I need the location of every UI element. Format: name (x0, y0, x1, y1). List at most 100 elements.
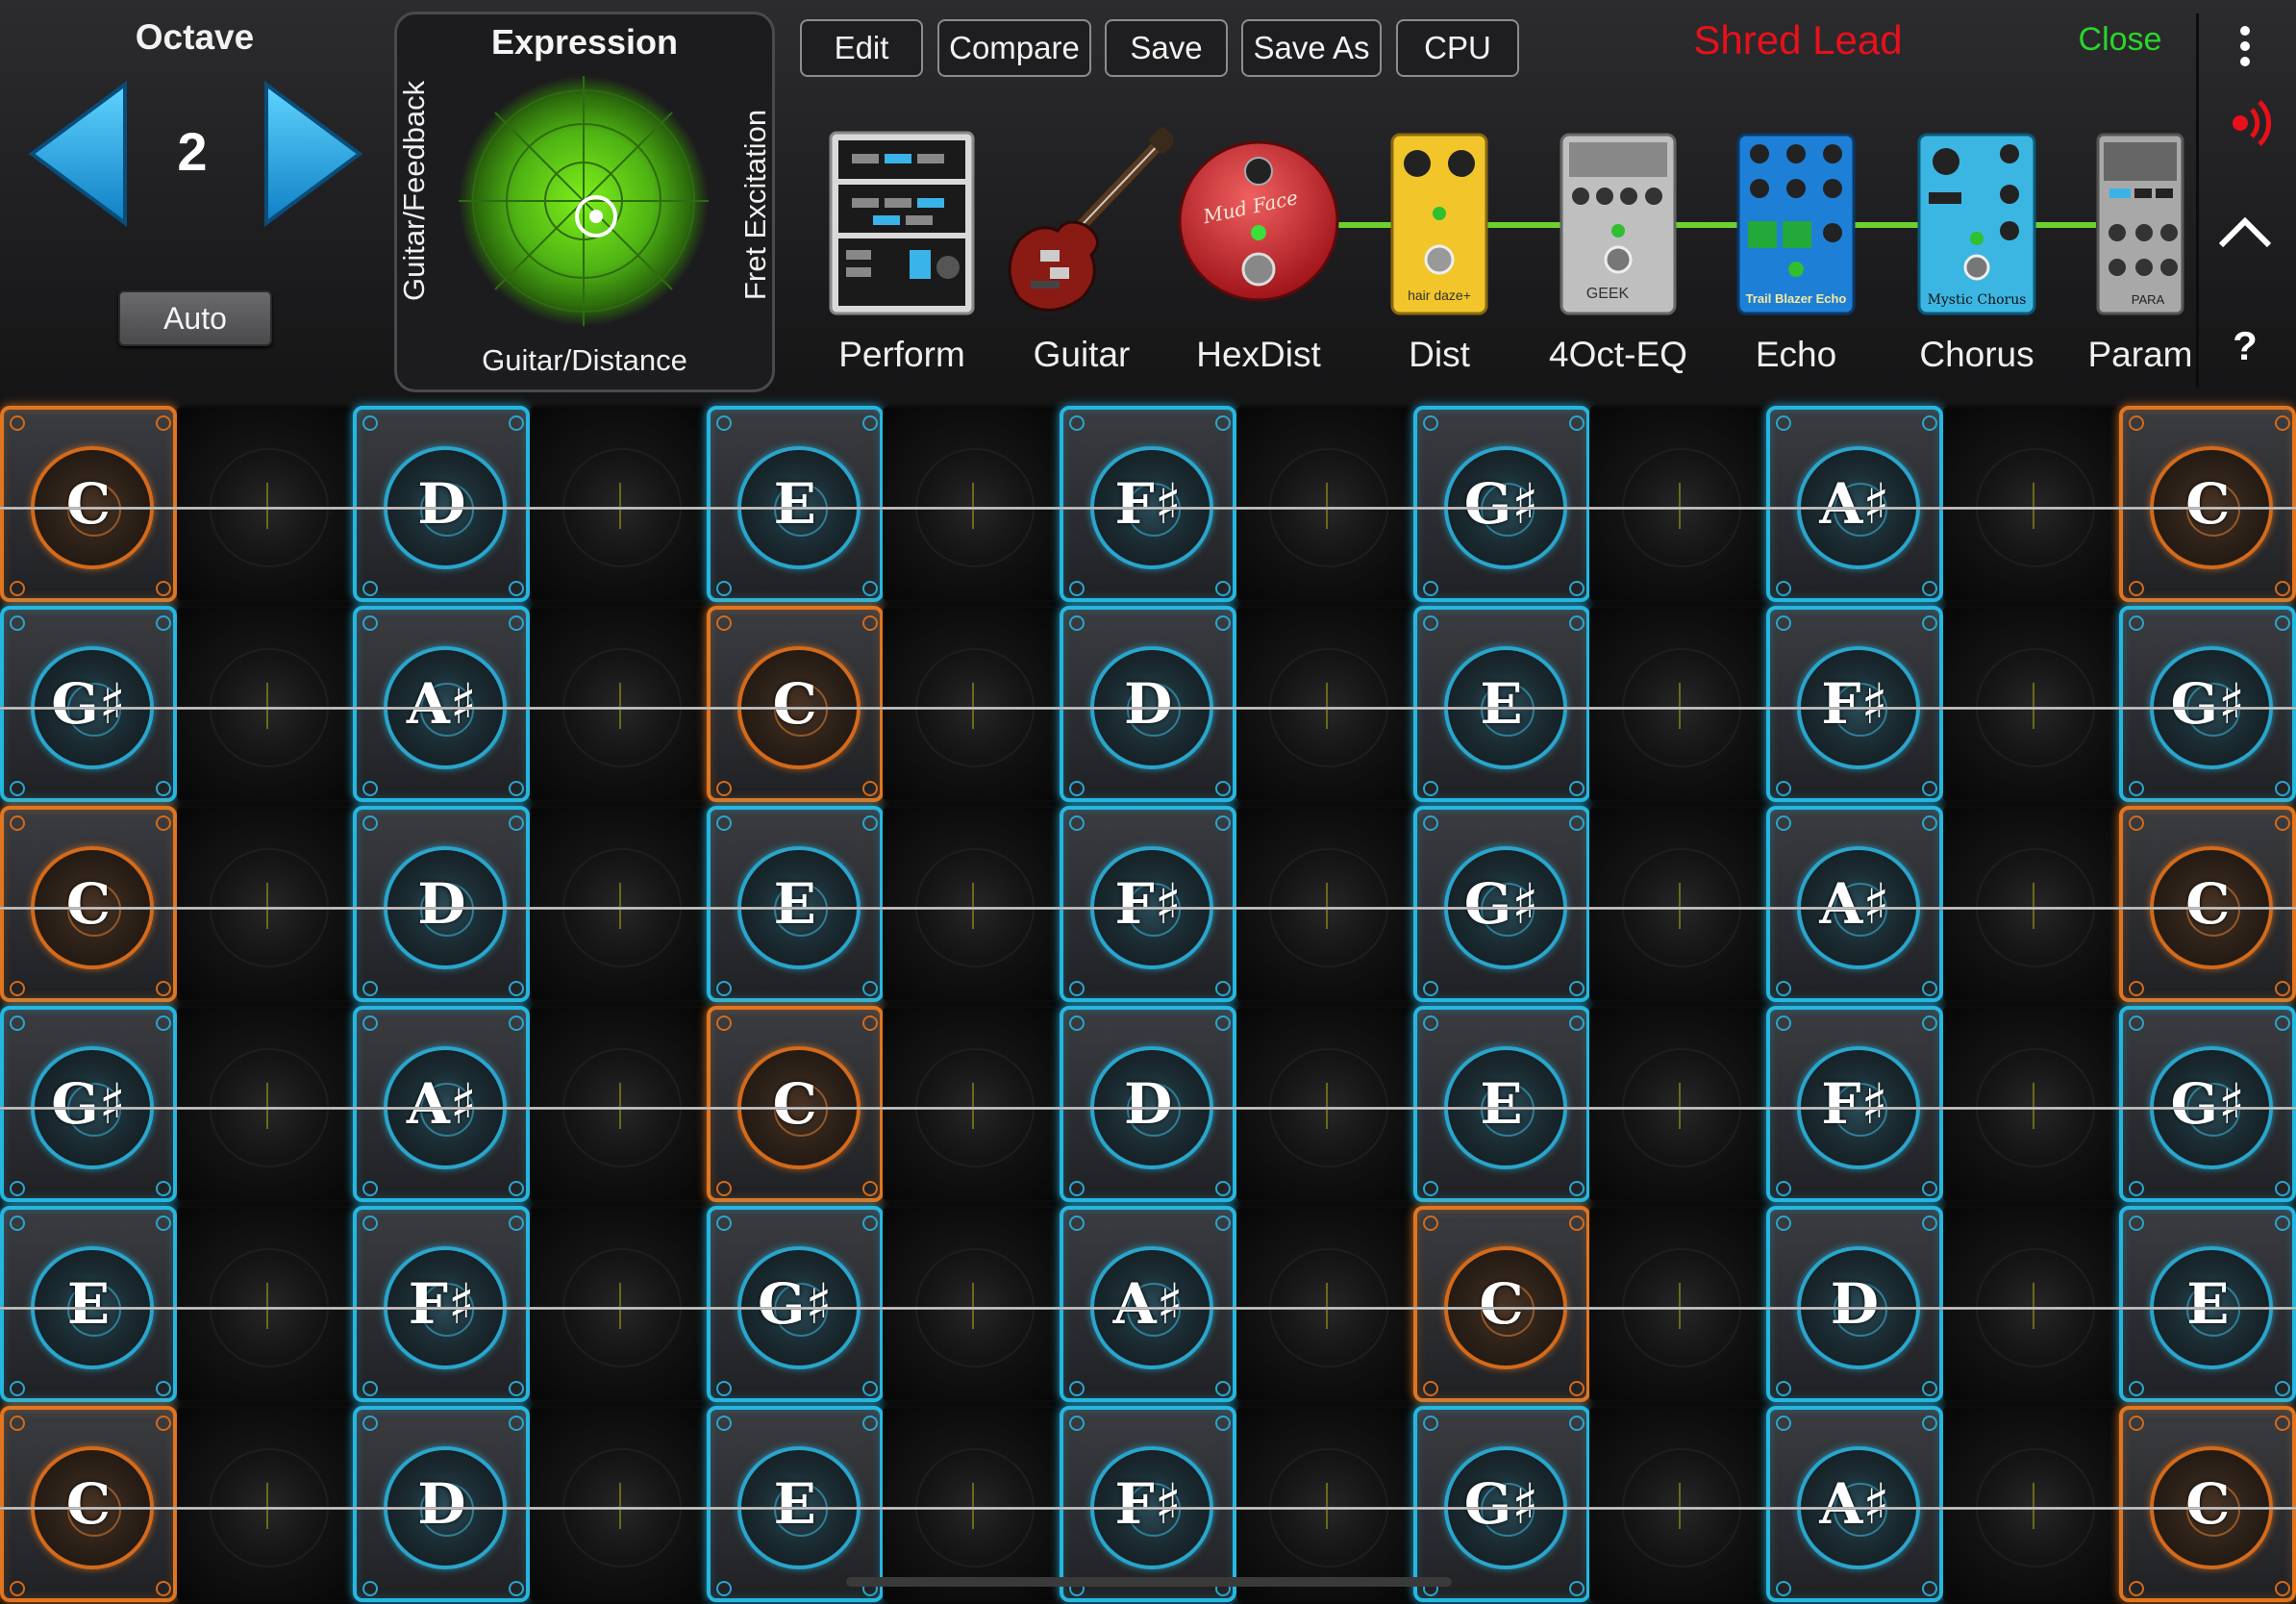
inactive-pad[interactable] (1589, 606, 1767, 802)
inactive-pad[interactable] (1235, 1406, 1413, 1602)
inactive-pad[interactable] (1235, 406, 1413, 602)
note-pad[interactable]: A♯ (1765, 1406, 1943, 1602)
inactive-pad[interactable] (1942, 1206, 2120, 1402)
inactive-pad[interactable] (883, 606, 1061, 802)
note-pad[interactable]: E (0, 1206, 177, 1402)
more-options-icon[interactable] (2211, 17, 2279, 75)
note-pad[interactable]: D (1060, 606, 1237, 802)
note-pad[interactable]: G♯ (2119, 1006, 2296, 1202)
compare-button[interactable]: Compare (937, 19, 1091, 77)
note-pad[interactable]: F♯ (1060, 406, 1237, 602)
note-pad[interactable]: E (1412, 1006, 1590, 1202)
note-pad[interactable]: C (2119, 1406, 2296, 1602)
note-pad[interactable]: C (0, 406, 177, 602)
inactive-pad[interactable] (176, 606, 354, 802)
auto-button[interactable]: Auto (118, 290, 272, 346)
note-pad[interactable]: G♯ (1412, 406, 1590, 602)
note-pad[interactable]: G♯ (1412, 1406, 1590, 1602)
inactive-pad[interactable] (1942, 1006, 2120, 1202)
note-pad[interactable]: D (1060, 1006, 1237, 1202)
note-pad[interactable]: F♯ (353, 1206, 531, 1402)
inactive-pad[interactable] (1942, 606, 2120, 802)
note-pad[interactable]: G♯ (0, 1006, 177, 1202)
note-pad[interactable]: C (1412, 1206, 1590, 1402)
save-button[interactable]: Save (1105, 19, 1228, 77)
octave-up-arrow-icon[interactable] (262, 77, 367, 231)
module-dist[interactable]: hair daze+ Dist (1390, 125, 1488, 374)
note-pad[interactable]: D (353, 1406, 531, 1602)
inactive-pad[interactable] (883, 1206, 1061, 1402)
cpu-button[interactable]: CPU (1396, 19, 1519, 77)
note-pad[interactable]: D (353, 406, 531, 602)
note-pad[interactable]: A♯ (1765, 406, 1943, 602)
inactive-pad[interactable] (1235, 806, 1413, 1002)
note-pad[interactable]: C (2119, 806, 2296, 1002)
octave-down-arrow-icon[interactable] (24, 77, 130, 231)
note-pad[interactable]: F♯ (1765, 1006, 1943, 1202)
edit-button[interactable]: Edit (800, 19, 923, 77)
note-pad[interactable]: D (1765, 1206, 1943, 1402)
inactive-pad[interactable] (530, 1006, 708, 1202)
note-pad[interactable]: G♯ (2119, 606, 2296, 802)
note-pad[interactable]: C (0, 806, 177, 1002)
note-pad[interactable]: C (2119, 406, 2296, 602)
note-pad[interactable]: A♯ (353, 1006, 531, 1202)
inactive-pad[interactable] (530, 1406, 708, 1602)
inactive-pad[interactable] (176, 806, 354, 1002)
inactive-pad[interactable] (883, 1006, 1061, 1202)
note-pad[interactable]: E (706, 806, 884, 1002)
inactive-pad[interactable] (1589, 806, 1767, 1002)
audio-signal-icon[interactable] (2211, 94, 2279, 152)
note-pad[interactable]: G♯ (706, 1206, 884, 1402)
inactive-pad[interactable] (1235, 1006, 1413, 1202)
inactive-pad[interactable] (176, 1006, 354, 1202)
note-pad[interactable]: F♯ (1060, 1406, 1237, 1602)
inactive-pad[interactable] (176, 406, 354, 602)
close-button[interactable]: Close (2067, 21, 2173, 59)
inactive-pad[interactable] (1235, 1206, 1413, 1402)
note-pad[interactable]: E (706, 406, 884, 602)
inactive-pad[interactable] (530, 806, 708, 1002)
inactive-pad[interactable] (530, 406, 708, 602)
inactive-pad[interactable] (883, 406, 1061, 602)
inactive-pad[interactable] (1589, 406, 1767, 602)
inactive-pad[interactable] (1589, 1206, 1767, 1402)
module-chorus[interactable]: Mystic Chorus Chorus (1917, 125, 2036, 374)
expression-xy-pad[interactable] (459, 76, 709, 326)
inactive-pad[interactable] (1942, 406, 2120, 602)
inactive-pad[interactable] (1942, 1406, 2120, 1602)
inactive-pad[interactable] (883, 806, 1061, 1002)
note-pad[interactable]: G♯ (1412, 806, 1590, 1002)
note-pad[interactable]: F♯ (1060, 806, 1237, 1002)
module-param[interactable]: PARA Param (2088, 125, 2192, 374)
note-pad[interactable]: E (1412, 606, 1590, 802)
note-pad[interactable]: C (0, 1406, 177, 1602)
note-pad[interactable]: E (2119, 1206, 2296, 1402)
collapse-chevron-up-icon[interactable] (2211, 202, 2279, 260)
inactive-pad[interactable] (1235, 606, 1413, 802)
note-pad[interactable]: G♯ (0, 606, 177, 802)
inactive-pad[interactable] (1942, 806, 2120, 1002)
inactive-pad[interactable] (883, 1406, 1061, 1602)
module-4oct-eq[interactable]: GEEK 4Oct-EQ (1549, 125, 1687, 374)
inactive-pad[interactable] (530, 1206, 708, 1402)
inactive-pad[interactable] (530, 606, 708, 802)
help-icon[interactable]: ? (2211, 323, 2279, 381)
module-hexdist[interactable]: Mud Face HexDist (1177, 125, 1340, 374)
inactive-pad[interactable] (1589, 1006, 1767, 1202)
note-pad[interactable]: D (353, 806, 531, 1002)
module-echo[interactable]: Trail Blazer Echo Echo (1736, 125, 1856, 374)
note-pad[interactable]: F♯ (1765, 606, 1943, 802)
note-pad[interactable]: A♯ (1765, 806, 1943, 1002)
module-guitar[interactable]: Guitar (990, 125, 1173, 374)
note-pad[interactable]: C (706, 1006, 884, 1202)
note-pad[interactable]: E (706, 1406, 884, 1602)
note-pad[interactable]: A♯ (353, 606, 531, 802)
inactive-pad[interactable] (176, 1206, 354, 1402)
save-as-button[interactable]: Save As (1241, 19, 1382, 77)
inactive-pad[interactable] (1589, 1406, 1767, 1602)
module-perform[interactable]: Perform (829, 125, 975, 374)
note-pad[interactable]: A♯ (1060, 1206, 1237, 1402)
inactive-pad[interactable] (176, 1406, 354, 1602)
note-pad[interactable]: C (706, 606, 884, 802)
